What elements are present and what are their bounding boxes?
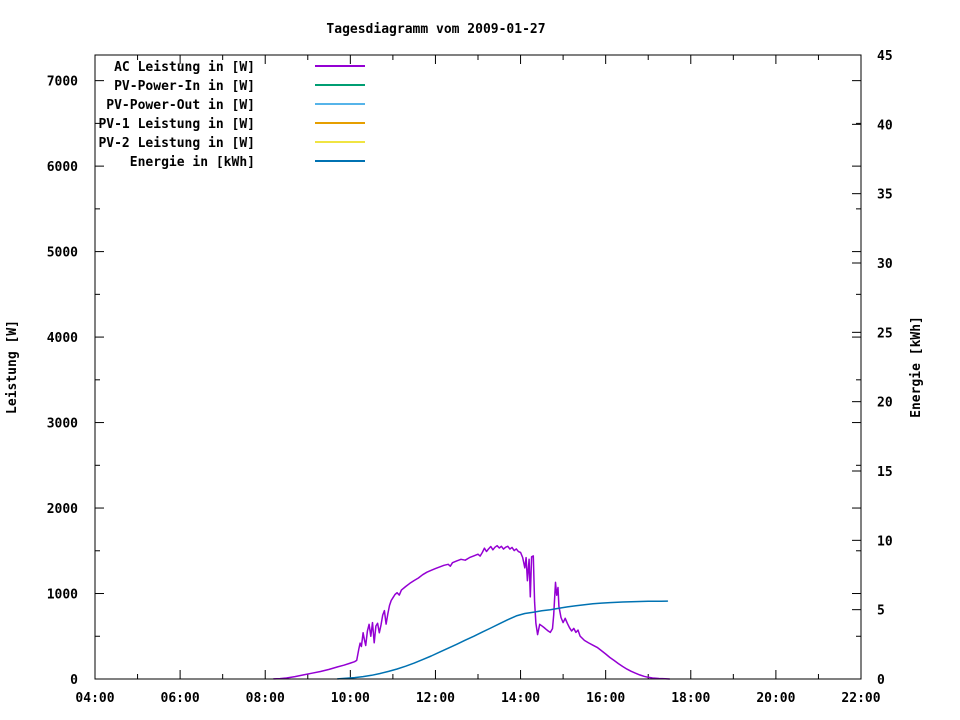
energie-in-kwh-line bbox=[336, 600, 669, 680]
y-tick-label: 6000 bbox=[47, 160, 78, 175]
gnuplot-chart-window: Tagesdiagramm vom 2009-01-27 Leistung [W… bbox=[0, 0, 960, 720]
legend-label: PV-1 Leistung in [W] bbox=[98, 117, 255, 132]
x-tick-label: 20:00 bbox=[756, 691, 795, 706]
y-tick-label: 2000 bbox=[47, 502, 78, 517]
x-tick-label: 06:00 bbox=[161, 691, 200, 706]
x-tick-label: 12:00 bbox=[416, 691, 455, 706]
y-axis-label-leistung: Leistung [W] bbox=[5, 320, 20, 414]
x-tick-label: 08:00 bbox=[246, 691, 285, 706]
legend-entry: Energie in [kWh] bbox=[130, 155, 365, 170]
x-tick-label: 10:00 bbox=[331, 691, 370, 706]
x-tick-label: 04:00 bbox=[75, 691, 114, 706]
daily-pv-chart: Tagesdiagramm vom 2009-01-27 Leistung [W… bbox=[5, 22, 924, 706]
y-tick-label: 4000 bbox=[47, 331, 78, 346]
x-tick-label: 22:00 bbox=[841, 691, 880, 706]
legend-entry: PV-Power-Out in [W] bbox=[106, 98, 365, 113]
legend-entry: PV-Power-In in [W] bbox=[114, 79, 365, 94]
y2-tick-label: 20 bbox=[877, 396, 893, 411]
chart-title: Tagesdiagramm vom 2009-01-27 bbox=[326, 22, 545, 37]
y2-tick-label: 5 bbox=[877, 604, 885, 619]
x-tick-label: 18:00 bbox=[671, 691, 710, 706]
y2-tick-label: 45 bbox=[877, 49, 893, 64]
y2-tick-label: 10 bbox=[877, 534, 893, 549]
y-tick-label: 3000 bbox=[47, 417, 78, 432]
y2-tick-label: 0 bbox=[877, 673, 885, 688]
legend: AC Leistung in [W] PV-Power-In in [W] PV-P… bbox=[98, 60, 365, 170]
legend-label: PV-Power-Out in [W] bbox=[106, 98, 255, 113]
legend-label: AC Leistung in [W] bbox=[114, 60, 255, 75]
x-tick-label: 16:00 bbox=[586, 691, 625, 706]
y2-tick-label: 25 bbox=[877, 326, 893, 341]
y-tick-label: 7000 bbox=[47, 75, 78, 90]
data-series bbox=[272, 544, 671, 680]
legend-entry: AC Leistung in [W] bbox=[114, 60, 365, 75]
legend-label: PV-Power-In in [W] bbox=[114, 79, 255, 94]
x-tick-label: 14:00 bbox=[501, 691, 540, 706]
y2-axis-label-energie: Energie [kWh] bbox=[909, 316, 924, 418]
y2-tick-label: 15 bbox=[877, 465, 893, 480]
ac-leistung-in-w-line bbox=[272, 544, 671, 680]
legend-entry: PV-2 Leistung in [W] bbox=[98, 136, 365, 151]
y-tick-label: 1000 bbox=[47, 588, 78, 603]
y2-tick-label: 30 bbox=[877, 257, 893, 272]
legend-label: Energie in [kWh] bbox=[130, 155, 255, 170]
y-tick-label: 5000 bbox=[47, 246, 78, 261]
legend-entry: PV-1 Leistung in [W] bbox=[98, 117, 365, 132]
y2-tick-label: 40 bbox=[877, 118, 893, 133]
y-tick-label: 0 bbox=[70, 673, 78, 688]
legend-label: PV-2 Leistung in [W] bbox=[98, 136, 255, 151]
y2-tick-label: 35 bbox=[877, 188, 893, 203]
